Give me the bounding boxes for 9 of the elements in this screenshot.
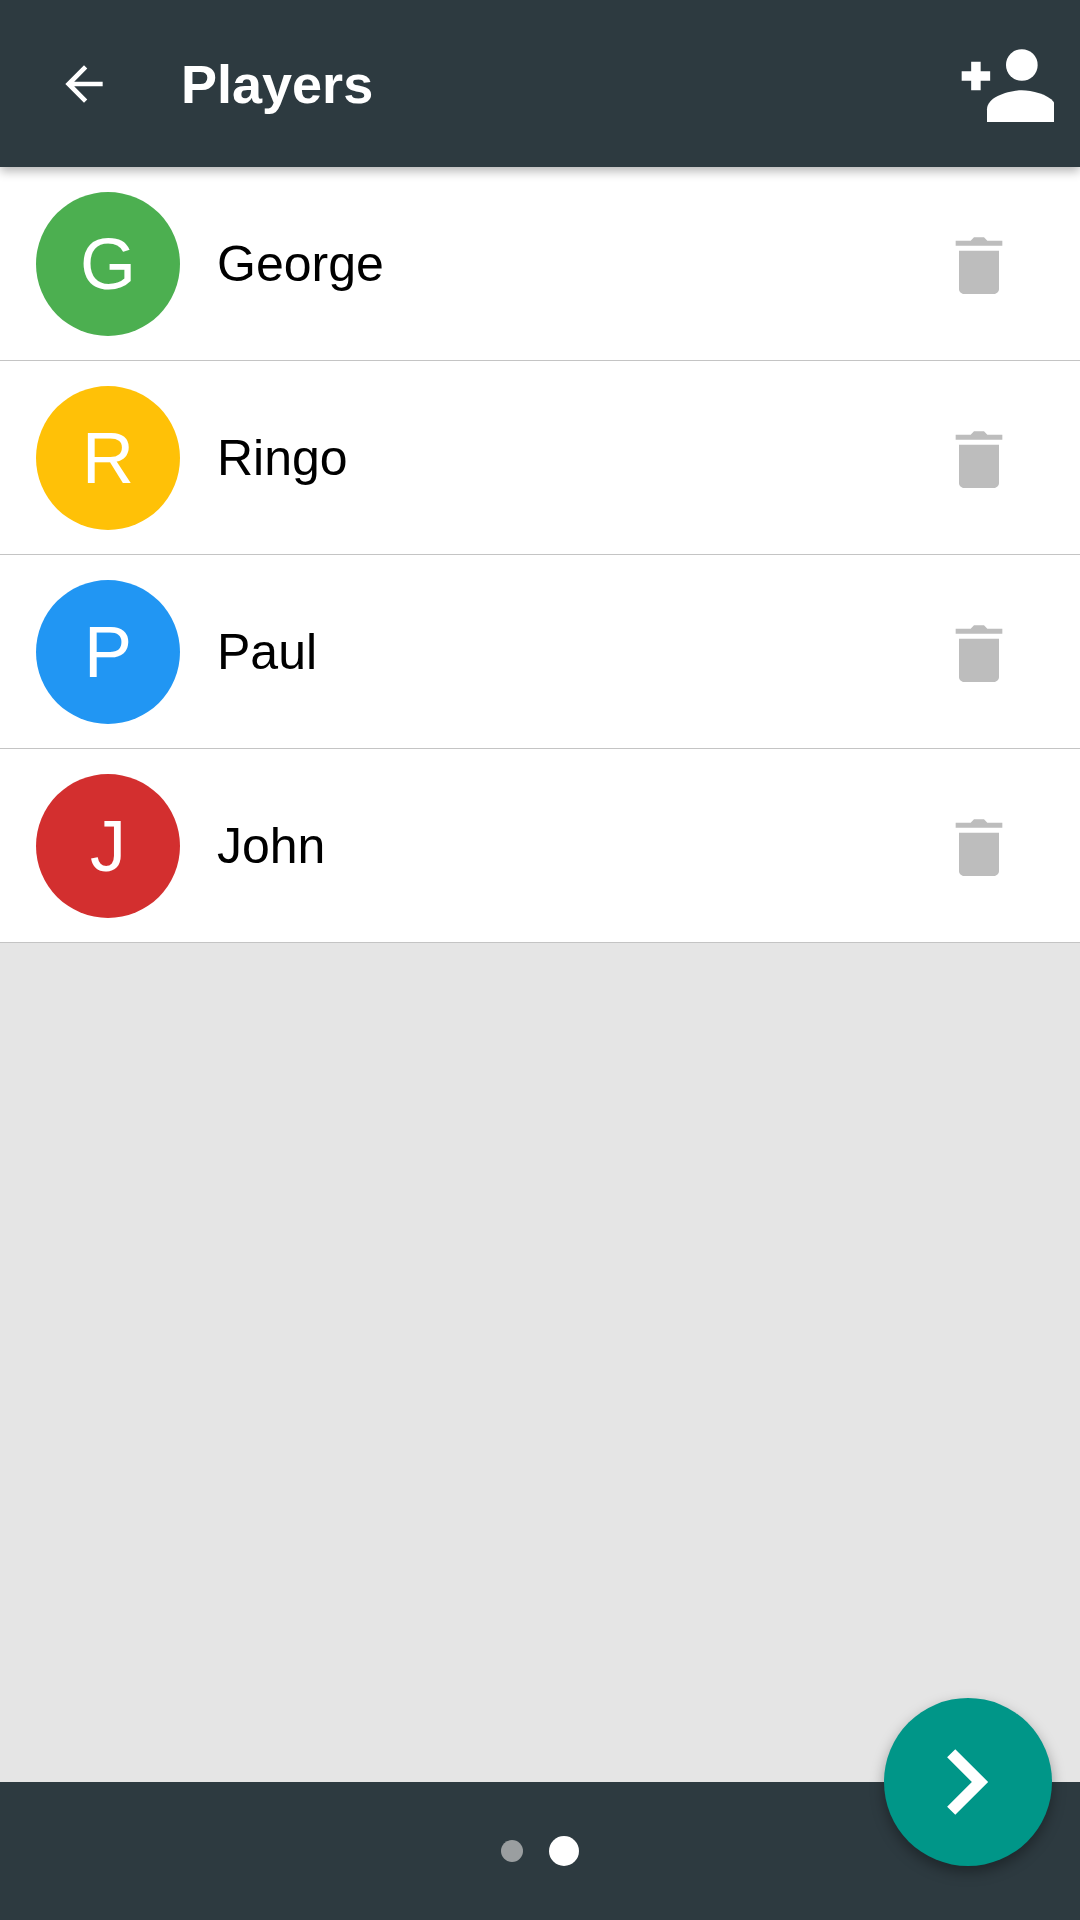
player-name: John xyxy=(217,816,327,875)
avatar-initial: P xyxy=(36,579,180,724)
player-name: George xyxy=(217,234,385,293)
player-name: Ringo xyxy=(217,428,349,487)
player-name: Paul xyxy=(217,622,319,681)
screen-title: Players xyxy=(181,52,375,115)
avatar-initial: J xyxy=(36,773,180,918)
avatar-initial: G xyxy=(36,191,180,336)
avatar-initial: R xyxy=(36,385,180,530)
